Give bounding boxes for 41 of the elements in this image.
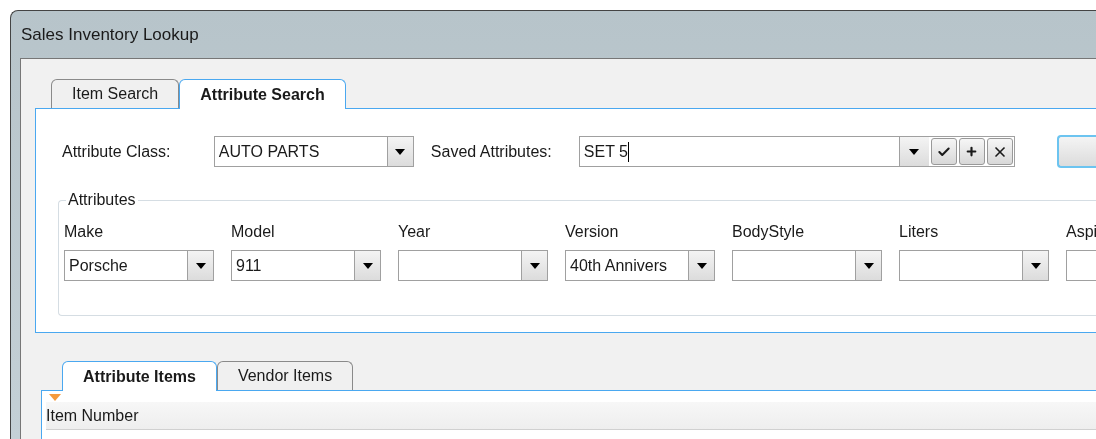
combo-box[interactable]: AUTO PARTS <box>213 136 414 167</box>
caret-icon <box>529 262 540 269</box>
dropdown-button[interactable] <box>1022 251 1048 280</box>
tab[interactable]: Attribute Items <box>62 361 217 391</box>
caret-icon <box>362 262 373 269</box>
field-label: Liters <box>899 222 940 242</box>
plus-icon <box>965 145 979 158</box>
caret-icon <box>909 148 920 155</box>
caret-icon <box>696 262 707 269</box>
dropdown-button[interactable] <box>855 251 881 280</box>
field-label: Version <box>565 222 620 242</box>
dropdown-button[interactable] <box>521 251 547 280</box>
field-label: Attribute Class: <box>62 141 172 162</box>
check-icon <box>936 144 951 159</box>
field-label: Make <box>64 222 105 242</box>
field-label: Saved Attributes: <box>430 141 553 162</box>
field-label: BodyStyle <box>732 222 806 242</box>
delete-button[interactable] <box>986 138 1013 165</box>
combo-box[interactable]: Porsche <box>64 250 214 281</box>
text-cursor <box>627 141 629 162</box>
saved-attributes-field[interactable]: SET 5 <box>578 136 1015 167</box>
tab[interactable]: Item Search <box>51 79 180 108</box>
caret-icon <box>395 148 406 155</box>
tab[interactable]: Vendor Items <box>216 361 354 390</box>
add-button[interactable] <box>958 138 985 165</box>
caret-icon <box>1030 262 1041 269</box>
field-label: Aspi <box>1066 222 1096 242</box>
caret-icon <box>863 262 874 269</box>
combo-box[interactable]: 911 <box>231 250 381 281</box>
window-title: Sales Inventory Lookup <box>21 23 199 46</box>
column-title: Item Number <box>46 405 139 426</box>
field-label: Model <box>231 222 276 242</box>
tab[interactable]: Attribute Search <box>179 79 346 109</box>
caret-icon <box>195 262 206 269</box>
dropdown-button[interactable] <box>688 251 714 280</box>
dropdown-button[interactable] <box>386 137 413 166</box>
confirm-button[interactable] <box>930 138 957 165</box>
dropdown-button[interactable] <box>354 251 380 280</box>
dropdown-button[interactable] <box>187 251 213 280</box>
field-label: Year <box>398 222 432 242</box>
combo-box[interactable]: 40th Annivers <box>565 250 715 281</box>
